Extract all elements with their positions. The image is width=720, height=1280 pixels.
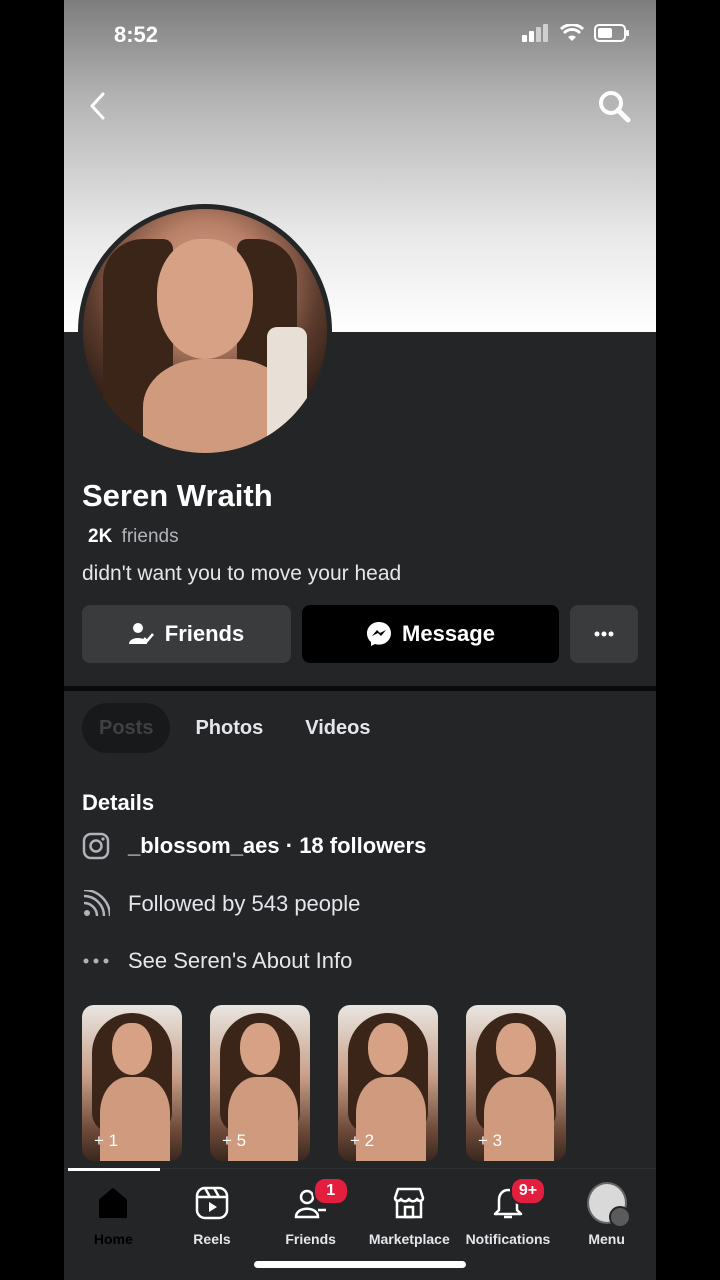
highlight-count: + 3: [478, 1131, 503, 1150]
highlight-count: + 2: [350, 1131, 375, 1150]
more-button[interactable]: [570, 605, 638, 663]
followed-by-text: Followed by 543 people: [128, 891, 361, 916]
nav-reels[interactable]: Reels: [163, 1183, 261, 1247]
chevron-left-icon: [90, 92, 105, 120]
details-title: Details: [82, 790, 155, 815]
nav-label: Home: [93, 1231, 133, 1247]
highlight-2[interactable]: + 5: [210, 1005, 310, 1161]
nav-label: Reels: [193, 1231, 231, 1247]
friends-button[interactable]: Friends: [82, 605, 291, 663]
ellipsis-icon: [82, 947, 110, 975]
nav-friends[interactable]: 1 Friends: [262, 1177, 360, 1247]
friends-count-label: friends: [121, 526, 179, 547]
friends-count-link[interactable]: 2K friends: [88, 526, 179, 548]
instagram-icon: [82, 832, 110, 860]
messenger-icon: [367, 622, 392, 646]
nav-marketplace[interactable]: Marketplace: [360, 1183, 458, 1247]
profile-photo: [83, 209, 327, 453]
detail-followed-by: Followed by 543 people: [82, 890, 360, 918]
signal-icon: [522, 24, 548, 42]
home-icon: [93, 1183, 133, 1223]
about-text: See Seren's About Info: [128, 948, 353, 973]
friend-check-icon: [128, 623, 154, 644]
message-button[interactable]: Message: [302, 605, 559, 663]
friends-icon: 1: [291, 1177, 349, 1223]
highlight-count: + 5: [222, 1131, 247, 1150]
home-indicator: [254, 1261, 466, 1268]
nav-label: Notifications: [465, 1231, 551, 1247]
featured-highlights: + 1 + 5 + 2 + 3: [82, 1005, 566, 1161]
search-button[interactable]: [592, 84, 636, 128]
notifications-badge: 9+: [509, 1177, 546, 1205]
detail-instagram[interactable]: _blossom_aes · 18 followers: [82, 832, 426, 860]
profile-screen: 8:52 Seren Wraith 2K friends didn't want…: [64, 0, 656, 1280]
friends-button-label: Friends: [164, 621, 245, 646]
ellipsis-icon: [594, 631, 614, 637]
friends-count-value: 2K: [88, 526, 113, 547]
profile-bio: didn't want you to move your head: [82, 562, 402, 585]
section-divider: [64, 686, 656, 691]
highlight-1[interactable]: + 1: [82, 1005, 182, 1161]
rss-icon: [82, 890, 110, 918]
nav-label: Friends: [285, 1231, 336, 1247]
nav-menu[interactable]: Menu: [558, 1182, 656, 1247]
back-button[interactable]: [76, 84, 120, 128]
battery-icon: [594, 24, 629, 42]
highlight-count: + 1: [94, 1131, 119, 1150]
tab-videos[interactable]: Videos: [288, 703, 387, 753]
nav-notifications[interactable]: 9+ Notifications: [459, 1177, 557, 1247]
search-icon: [599, 91, 631, 123]
bell-icon: 9+: [488, 1177, 546, 1223]
tab-photos[interactable]: Photos: [178, 703, 280, 753]
profile-picture[interactable]: [78, 204, 332, 458]
status-time: 8:52: [114, 22, 159, 47]
status-icons: [522, 24, 630, 42]
reels-icon: [192, 1183, 232, 1223]
status-bar: 8:52: [64, 18, 656, 54]
friends-badge: 1: [312, 1177, 349, 1205]
profile-tabs: Posts Photos Videos: [82, 703, 387, 753]
marketplace-icon: [389, 1183, 429, 1223]
instagram-text: _blossom_aes · 18 followers: [128, 833, 427, 858]
tab-posts[interactable]: Posts: [82, 703, 171, 753]
wifi-icon: [560, 24, 584, 41]
nav-label: Marketplace: [368, 1231, 450, 1247]
active-tab-indicator: [68, 1168, 160, 1171]
highlight-4[interactable]: + 3: [466, 1005, 566, 1161]
message-button-label: Message: [402, 621, 495, 646]
nav-label: Menu: [588, 1231, 625, 1247]
detail-about-link[interactable]: See Seren's About Info: [82, 947, 352, 975]
nav-home[interactable]: Home: [64, 1183, 162, 1247]
menu-avatar-icon: [586, 1182, 631, 1228]
highlight-3[interactable]: + 2: [338, 1005, 438, 1161]
profile-name: Seren Wraith: [82, 478, 273, 513]
